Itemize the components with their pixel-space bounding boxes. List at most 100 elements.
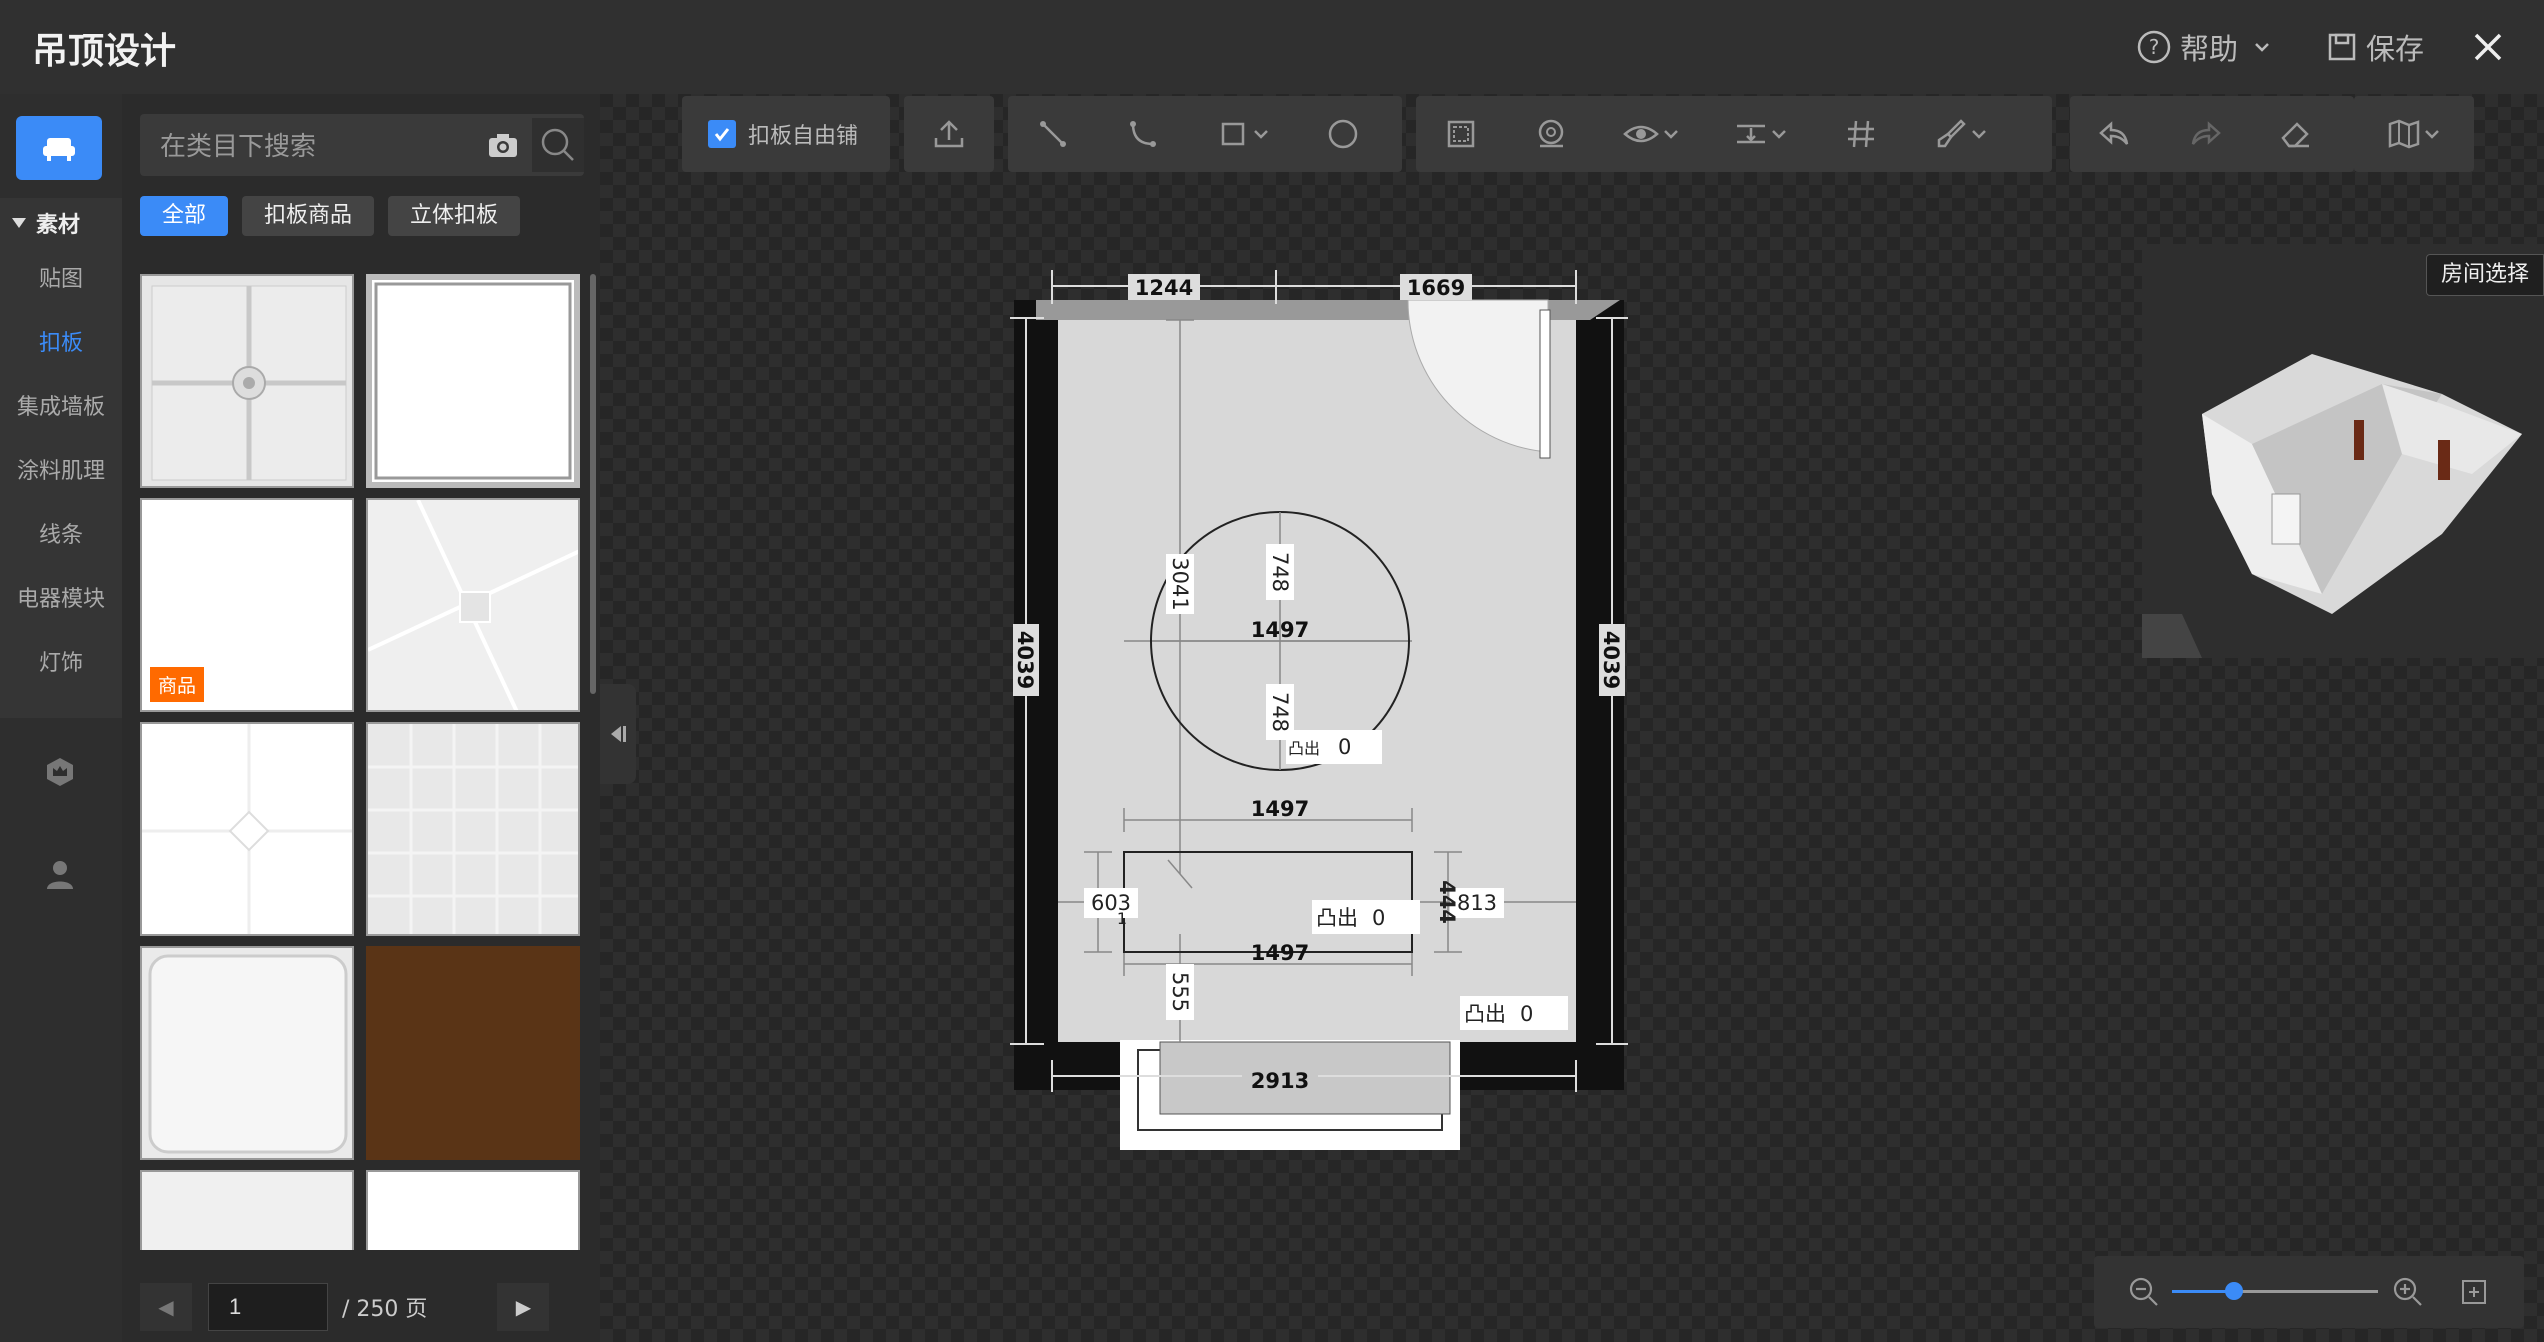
zoom-slider-handle[interactable] <box>2224 1282 2243 1300</box>
room-select-button[interactable]: 房间选择 <box>2425 254 2544 296</box>
map-view-button[interactable] <box>2354 96 2474 172</box>
ceiling-floor-plan[interactable]: 1244 1669 4039 4039 2913 1497 1497 1497 … <box>1000 260 1660 1190</box>
arc-icon <box>1130 121 1156 147</box>
nav-item-moulding[interactable]: 线条 <box>0 504 122 568</box>
measure-button[interactable] <box>1506 96 1596 172</box>
nav-item-panel[interactable]: 扣板 <box>0 312 122 376</box>
free-tile-checkbox[interactable]: 扣板自由铺 <box>682 118 884 150</box>
eraser-button[interactable] <box>2250 96 2340 172</box>
toolbar-map-group <box>2354 96 2474 172</box>
panel-scrollbar[interactable] <box>590 274 596 694</box>
brush-icon <box>1937 119 1966 148</box>
image-search-button[interactable] <box>480 114 526 176</box>
camera-icon <box>489 134 517 157</box>
material-tile[interactable] <box>140 1170 354 1250</box>
visibility-button[interactable] <box>1596 96 1706 172</box>
select-area-button[interactable] <box>1416 96 1506 172</box>
dim-rect-height: 444 <box>1435 880 1459 924</box>
material-tile[interactable] <box>366 498 580 712</box>
page-total: / 250 页 <box>342 1297 428 1322</box>
3d-minimap[interactable]: 房间选择 <box>2142 244 2544 658</box>
toolbar-view-group <box>1416 96 2052 172</box>
protrusion-input-room[interactable]: 凸出 0 <box>1460 996 1568 1030</box>
upload-button[interactable] <box>904 96 994 172</box>
material-section-header[interactable]: 素材 <box>0 198 122 248</box>
circle-icon <box>1328 119 1358 149</box>
hash-grid-icon <box>1848 120 1874 148</box>
collapse-left-icon <box>611 726 626 742</box>
height-button[interactable] <box>1706 96 1816 172</box>
nav-item-wall-panel[interactable]: 集成墙板 <box>0 376 122 440</box>
user-icon <box>47 861 73 889</box>
page-number-input[interactable] <box>208 1283 328 1331</box>
ceiling-tile-white-frame-image <box>374 282 572 480</box>
door-leaf <box>1539 309 1551 459</box>
toolbar-draw-group <box>1008 96 1402 172</box>
fit-view-icon[interactable] <box>2460 1278 2488 1306</box>
line-icon <box>1040 121 1066 147</box>
protrusion-input-circle[interactable]: 凸出 0 <box>1286 730 1382 764</box>
ceiling-tile-diamond-image <box>142 724 352 934</box>
tape-measure-icon <box>1538 119 1564 148</box>
map-icon <box>2388 119 2420 149</box>
material-tile[interactable] <box>366 1170 580 1250</box>
next-page-button[interactable]: ▶ <box>497 1283 550 1331</box>
protrusion-input-rect[interactable]: 凸出 0 <box>1312 900 1420 934</box>
nav-item-appliance[interactable]: 电器模块 <box>0 568 122 632</box>
material-library-button[interactable] <box>16 116 102 180</box>
help-button[interactable]: ? 帮助 <box>2136 26 2282 68</box>
draw-rect-button[interactable] <box>1188 96 1298 172</box>
prev-page-button[interactable]: ◀ <box>140 1283 192 1331</box>
filter-3d-panel[interactable]: 立体扣板 <box>388 196 521 236</box>
material-section: 素材 贴图 扣板 集成墙板 涂料肌理 线条 电器模块 灯饰 <box>0 198 122 718</box>
nav-item-lighting[interactable]: 灯饰 <box>0 632 122 696</box>
nav-item-texture[interactable]: 贴图 <box>0 248 122 312</box>
material-tile[interactable] <box>366 274 580 488</box>
material-tile[interactable] <box>140 722 354 936</box>
material-grid: 商品 <box>140 274 580 1250</box>
dim-top-left: 1244 <box>1135 276 1193 300</box>
free-tile-label: 扣板自由铺 <box>748 124 859 149</box>
search-button[interactable] <box>532 118 584 172</box>
redo-button[interactable] <box>2160 96 2250 172</box>
filter-panel-products[interactable]: 扣板商品 <box>242 196 375 236</box>
search-input[interactable] <box>140 114 502 178</box>
nav-item-paint[interactable]: 涂料肌理 <box>0 440 122 504</box>
draw-line-button[interactable] <box>1008 96 1098 172</box>
svg-text:?: ? <box>2149 35 2160 59</box>
search-box <box>140 114 584 178</box>
chevron-down-icon <box>1254 130 1268 139</box>
material-tile[interactable]: 商品 <box>140 498 354 712</box>
ceiling-tile-rounded-image <box>148 954 348 1154</box>
dim-rect-right: 813 <box>1457 891 1497 915</box>
zoom-out-icon[interactable] <box>2128 1276 2160 1308</box>
left-nav: 素材 贴图 扣板 集成墙板 涂料肌理 线条 电器模块 灯饰 <box>0 94 122 1342</box>
zoom-in-icon[interactable] <box>2392 1276 2424 1308</box>
user-nav-button[interactable] <box>40 854 80 894</box>
close-icon[interactable] <box>2468 27 2508 67</box>
grid-button[interactable] <box>1816 96 1906 172</box>
draw-arc-button[interactable] <box>1098 96 1188 172</box>
dim-rect-small: 1 <box>1117 909 1127 928</box>
filter-all[interactable]: 全部 <box>140 196 229 236</box>
material-tile[interactable] <box>140 946 354 1160</box>
save-label: 保存 <box>2365 32 2424 66</box>
chevron-down-icon <box>1972 130 1986 139</box>
product-badge: 商品 <box>150 667 205 702</box>
crown-nav-button[interactable] <box>40 752 80 792</box>
material-tile[interactable] <box>140 274 354 488</box>
save-button[interactable]: 保存 <box>2326 26 2424 68</box>
undo-button[interactable] <box>2070 96 2160 172</box>
zoom-slider[interactable] <box>2172 1282 2378 1300</box>
crown-icon <box>47 758 73 786</box>
collapse-panel-button[interactable] <box>600 684 636 784</box>
sofa-icon <box>43 138 75 161</box>
redo-icon <box>2191 121 2221 145</box>
filter-tabs: 全部 扣板商品 立体扣板 <box>140 196 534 236</box>
paint-brush-button[interactable] <box>1906 96 2016 172</box>
material-tile[interactable] <box>366 946 580 1160</box>
draw-circle-button[interactable] <box>1298 96 1388 172</box>
material-tile[interactable] <box>366 722 580 936</box>
protrusion-label: 凸出 <box>1464 1002 1506 1026</box>
protrusion-value-rect: 0 <box>1372 906 1385 930</box>
